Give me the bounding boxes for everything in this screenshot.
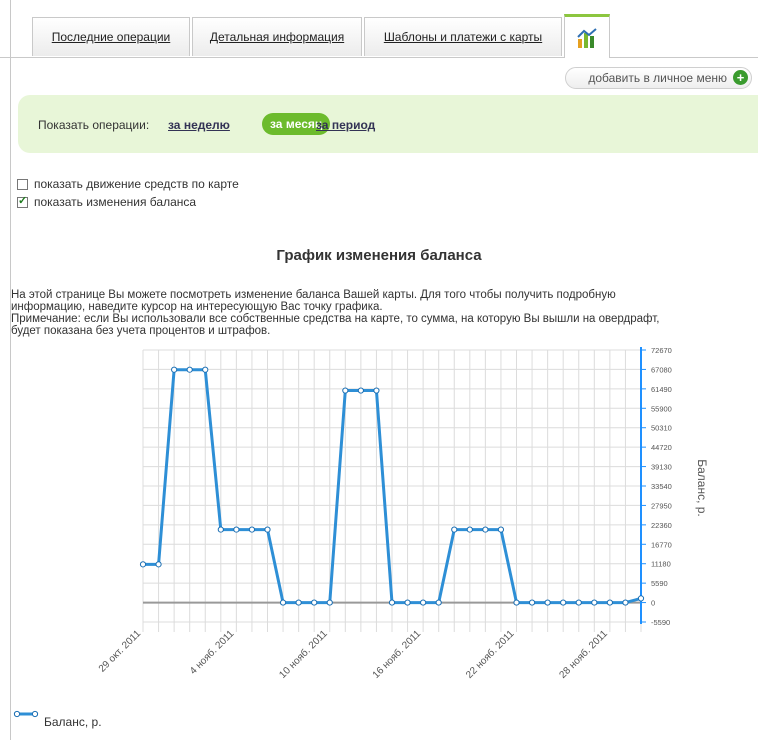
- data-point: [575, 599, 582, 606]
- data-point: [528, 599, 536, 606]
- data-point: [482, 526, 489, 533]
- data-point: [466, 526, 473, 533]
- y-tick-label: 61490: [651, 385, 672, 394]
- data-point: [451, 526, 458, 533]
- data-point: [342, 387, 349, 394]
- balance-chart: 7267067080614905590050310447203913033540…: [13, 346, 709, 729]
- y-tick-label: 22360: [651, 521, 672, 530]
- legend-point: [31, 710, 39, 718]
- y-tick-label: 39130: [651, 463, 672, 472]
- y-tick-label: 67080: [651, 365, 672, 374]
- data-point: [264, 526, 271, 533]
- data-point: [155, 561, 162, 568]
- y-tick-label: 44720: [651, 443, 672, 452]
- legend-label: Баланс, р.: [44, 715, 102, 729]
- data-point: [606, 599, 613, 606]
- data-point: [637, 595, 645, 602]
- data-point: [357, 387, 364, 394]
- y-tick-label: 72670: [651, 346, 672, 355]
- y-tick-label: 5590: [651, 579, 668, 588]
- data-point: [435, 599, 442, 606]
- data-point: [544, 599, 551, 606]
- x-tick-label: 29 окт. 2011: [97, 628, 144, 675]
- data-point: [311, 599, 318, 606]
- data-point: [186, 366, 193, 373]
- data-point: [295, 599, 302, 606]
- data-point: [279, 599, 287, 606]
- y-tick-label: 50310: [651, 424, 672, 433]
- data-point: [171, 366, 178, 373]
- data-point: [202, 366, 209, 373]
- data-point: [513, 599, 520, 606]
- legend-point: [13, 710, 21, 718]
- data-point: [326, 599, 333, 606]
- y-axis-label: Баланс, р.: [695, 459, 709, 517]
- data-point: [388, 599, 396, 606]
- data-point: [622, 599, 629, 606]
- data-point: [591, 599, 598, 606]
- x-tick-label: 16 нояб. 2011: [370, 627, 423, 680]
- x-tick-label: 4 нояб. 2011: [187, 627, 237, 677]
- data-point: [217, 526, 224, 533]
- data-point: [560, 599, 567, 606]
- data-point: [420, 599, 427, 606]
- data-point: [139, 561, 147, 568]
- y-tick-label: 16770: [651, 540, 672, 549]
- data-point: [233, 526, 240, 533]
- y-tick-label: 33540: [651, 482, 672, 491]
- y-tick-label: 27950: [651, 501, 672, 510]
- x-tick-label: 22 нояб. 2011: [463, 627, 516, 680]
- y-tick-label: 55900: [651, 404, 672, 413]
- data-point: [373, 387, 380, 394]
- data-point: [248, 526, 256, 533]
- x-tick-label: 28 нояб. 2011: [557, 627, 610, 680]
- data-point: [497, 526, 505, 533]
- x-tick-label: 10 нояб. 2011: [277, 627, 330, 680]
- y-tick-label: 11180: [651, 560, 671, 569]
- data-point: [404, 599, 411, 606]
- y-tick-label: 0: [651, 599, 655, 608]
- y-tick-label: -5590: [651, 618, 670, 627]
